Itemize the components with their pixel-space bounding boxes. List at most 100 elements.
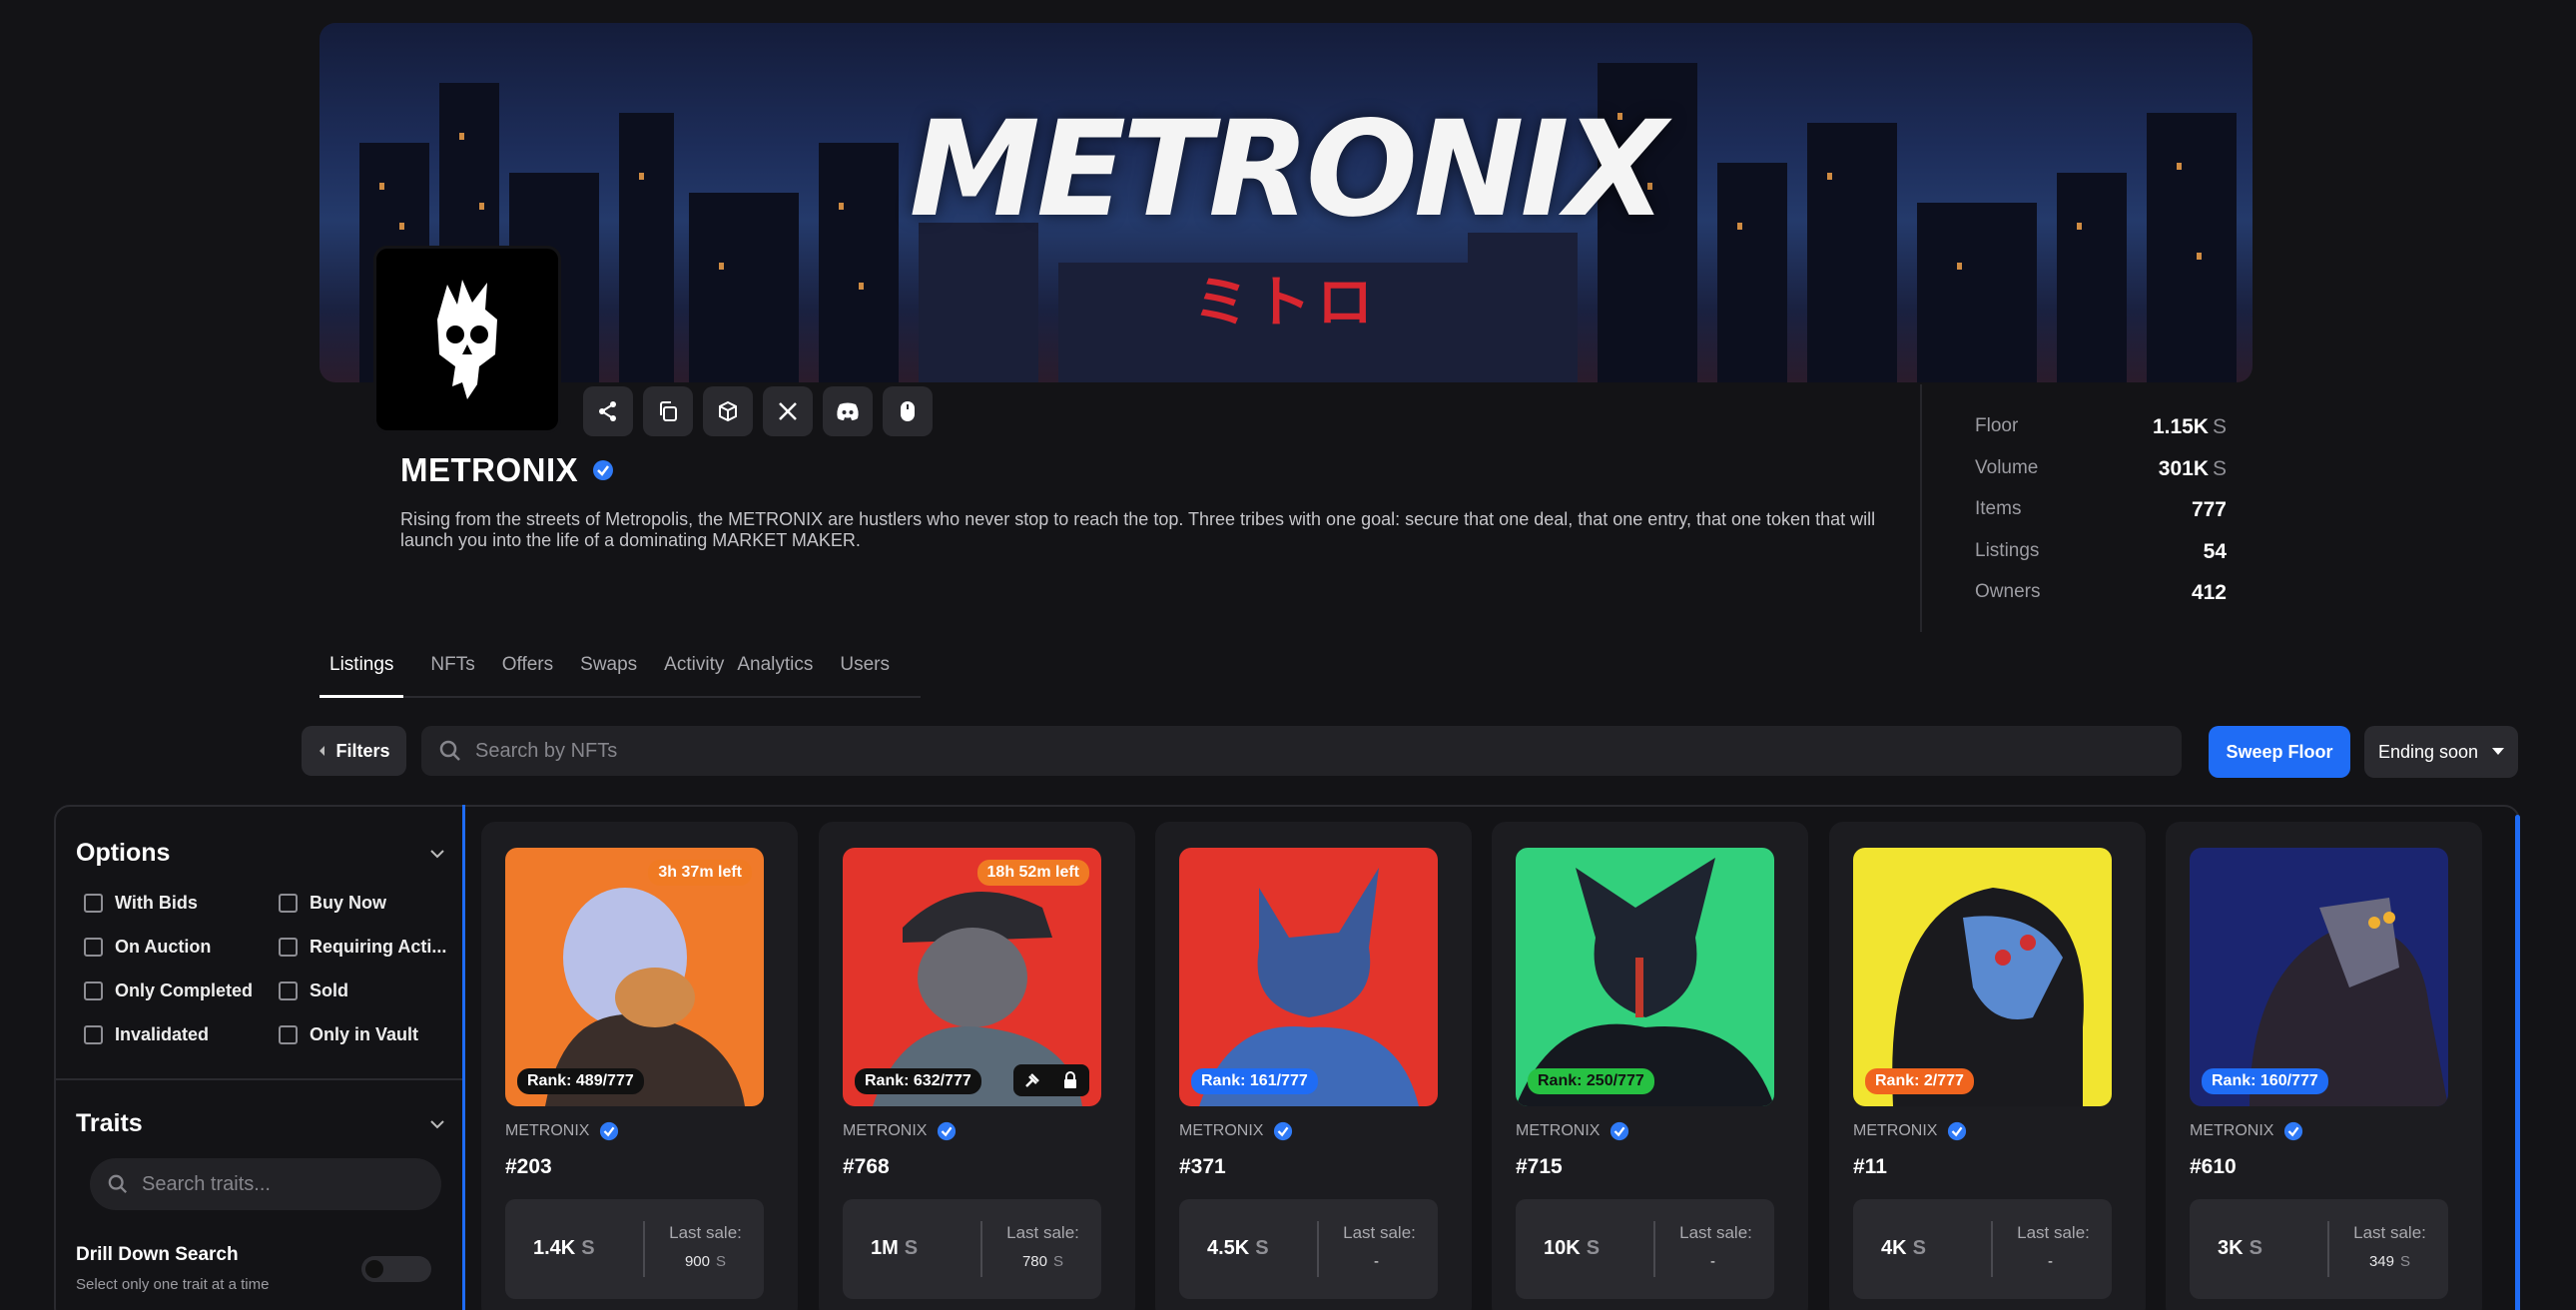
current-price: 4.5K S: [1207, 1237, 1269, 1259]
scrollbar[interactable]: [2515, 815, 2520, 1310]
nft-id: #768: [843, 1155, 890, 1178]
card-collection: METRONIX: [505, 1121, 619, 1141]
drill-down-search: Drill Down Search Select only one trait …: [76, 1244, 270, 1293]
nft-card[interactable]: 3h 37m left Rank: 489/777 METRONIX #203 …: [481, 822, 798, 1310]
cube-icon[interactable]: [703, 386, 753, 436]
verified-badge-icon: [1610, 1121, 1629, 1141]
auction-timer: 3h 37m left: [648, 860, 752, 886]
skull-logo-icon: [437, 280, 497, 399]
option-only-completed[interactable]: Only Completed: [84, 981, 279, 1001]
tab-offers[interactable]: Offers: [502, 634, 553, 696]
card-collection: METRONIX: [843, 1121, 957, 1141]
social-links: [583, 386, 933, 436]
option-with-bids[interactable]: With Bids: [84, 893, 279, 914]
caret-down-icon: [2492, 748, 2505, 755]
x-icon[interactable]: [763, 386, 813, 436]
price-box: 1M S Last sale: 780 S: [843, 1199, 1101, 1299]
option-buy-now[interactable]: Buy Now: [279, 893, 463, 914]
verified-badge-icon: [938, 1121, 957, 1141]
nft-image[interactable]: 3h 37m left Rank: 489/777: [505, 848, 764, 1106]
last-sale: Last sale: 349 S: [2353, 1223, 2426, 1270]
rank-badge: Rank: 161/777: [1191, 1068, 1318, 1094]
option-requiring-action[interactable]: Requiring Acti...: [279, 937, 463, 958]
nft-image[interactable]: Rank: 160/777: [2190, 848, 2448, 1106]
rank-badge: Rank: 489/777: [517, 1068, 644, 1094]
traits-header[interactable]: Traits: [76, 1109, 445, 1138]
auction-timer: 18h 52m left: [976, 860, 1089, 886]
price-box: 1.4K S Last sale: 900 S: [505, 1199, 764, 1299]
nft-image[interactable]: 18h 52m left Rank: 632/777: [843, 848, 1101, 1106]
rank-badge: Rank: 160/777: [2202, 1068, 2328, 1094]
stat-floor: Floor 1.15K S: [1975, 415, 2227, 438]
nft-search-bar: [421, 726, 2182, 776]
nft-id: #11: [1853, 1155, 1887, 1178]
copy-icon[interactable]: [643, 386, 693, 436]
nft-card[interactable]: Rank: 160/777 METRONIX #610 3K S Last sal…: [2166, 822, 2482, 1310]
stat-listings: Listings 54: [1975, 539, 2227, 563]
sweep-floor-button[interactable]: Sweep Floor: [2209, 726, 2350, 778]
tab-activity[interactable]: Activity: [664, 634, 724, 696]
drill-down-toggle[interactable]: [361, 1256, 431, 1282]
checkbox[interactable]: [279, 1025, 298, 1044]
sort-dropdown[interactable]: Ending soon: [2364, 726, 2518, 778]
tab-listings[interactable]: Listings: [320, 634, 404, 698]
share-icon[interactable]: [583, 386, 633, 436]
option-sold[interactable]: Sold: [279, 981, 463, 1001]
banner-logo-subtext: ミトロ: [1193, 271, 1379, 335]
nft-image[interactable]: Rank: 250/777: [1516, 848, 1774, 1106]
tab-nfts[interactable]: NFTs: [430, 634, 474, 696]
filters-button[interactable]: Filters: [302, 726, 406, 776]
nft-image[interactable]: Rank: 161/777: [1179, 848, 1438, 1106]
price-box: 4.5K S Last sale: -: [1179, 1199, 1438, 1299]
chevron-left-icon: [320, 746, 325, 756]
collection-tabs: Listings NFTs Offers Swaps Activity Anal…: [320, 634, 921, 698]
chevron-down-icon: [430, 1119, 444, 1128]
checkbox[interactable]: [84, 982, 103, 1000]
checkbox[interactable]: [84, 894, 103, 913]
checkbox[interactable]: [84, 1025, 103, 1044]
option-only-in-vault[interactable]: Only in Vault: [279, 1024, 463, 1045]
nft-image[interactable]: Rank: 2/777: [1853, 848, 2112, 1106]
card-collection: METRONIX: [1179, 1121, 1293, 1141]
stats-divider: [1920, 384, 1922, 632]
checkbox[interactable]: [279, 982, 298, 1000]
last-sale: Last sale: -: [1343, 1223, 1416, 1270]
option-invalidated[interactable]: Invalidated: [84, 1024, 279, 1045]
options-checklist: With Bids Buy Now On Auction Requiring A…: [84, 893, 463, 1045]
page: METRONIX ミトロ METRONIX Rising from the st…: [0, 0, 2576, 1310]
last-sale: Last sale: -: [1679, 1223, 1752, 1270]
nft-card[interactable]: Rank: 250/777 METRONIX #715 10K S Last sa…: [1492, 822, 1808, 1310]
price-box: 10K S Last sale: -: [1516, 1199, 1774, 1299]
checkbox[interactable]: [279, 938, 298, 957]
nft-card[interactable]: 18h 52m left Rank: 632/777 METRONIX #768…: [819, 822, 1135, 1310]
nft-card[interactable]: Rank: 2/777 METRONIX #11 4K S Last sale: -: [1829, 822, 2146, 1310]
nft-id: #715: [1516, 1155, 1563, 1178]
verified-badge-icon: [600, 1121, 619, 1141]
search-icon: [439, 740, 460, 761]
current-price: 4K S: [1881, 1237, 1926, 1259]
banner-logo-text: METRONIX: [909, 93, 1667, 247]
filter-sidebar: Options With Bids Buy Now On Auction Req…: [54, 805, 465, 1310]
checkbox[interactable]: [279, 894, 298, 913]
collection-title: METRONIX: [400, 451, 614, 489]
gavel-icon: [1013, 1064, 1051, 1096]
nft-card[interactable]: Rank: 161/777 METRONIX #371 4.5K S Last s…: [1155, 822, 1472, 1310]
current-price: 1M S: [871, 1237, 919, 1259]
rank-badge: Rank: 632/777: [855, 1068, 981, 1094]
nft-search-input[interactable]: [475, 739, 2073, 763]
collection-stats: Floor 1.15K S Volume 301K S Items 777 List…: [1975, 415, 2227, 623]
nft-id: #610: [2190, 1155, 2237, 1178]
price-box: 4K S Last sale: -: [1853, 1199, 2112, 1299]
current-price: 10K S: [1544, 1237, 1601, 1259]
tab-analytics[interactable]: Analytics: [737, 634, 813, 696]
tab-swaps[interactable]: Swaps: [580, 634, 637, 696]
traits-search-input[interactable]: [142, 1172, 421, 1196]
discord-icon[interactable]: [823, 386, 873, 436]
option-on-auction[interactable]: On Auction: [84, 937, 279, 958]
options-header[interactable]: Options: [76, 839, 445, 868]
tab-users[interactable]: Users: [840, 634, 890, 696]
current-price: 3K S: [2218, 1237, 2262, 1259]
sidebar-divider: [54, 1078, 462, 1080]
checkbox[interactable]: [84, 938, 103, 957]
mouse-icon[interactable]: [883, 386, 933, 436]
